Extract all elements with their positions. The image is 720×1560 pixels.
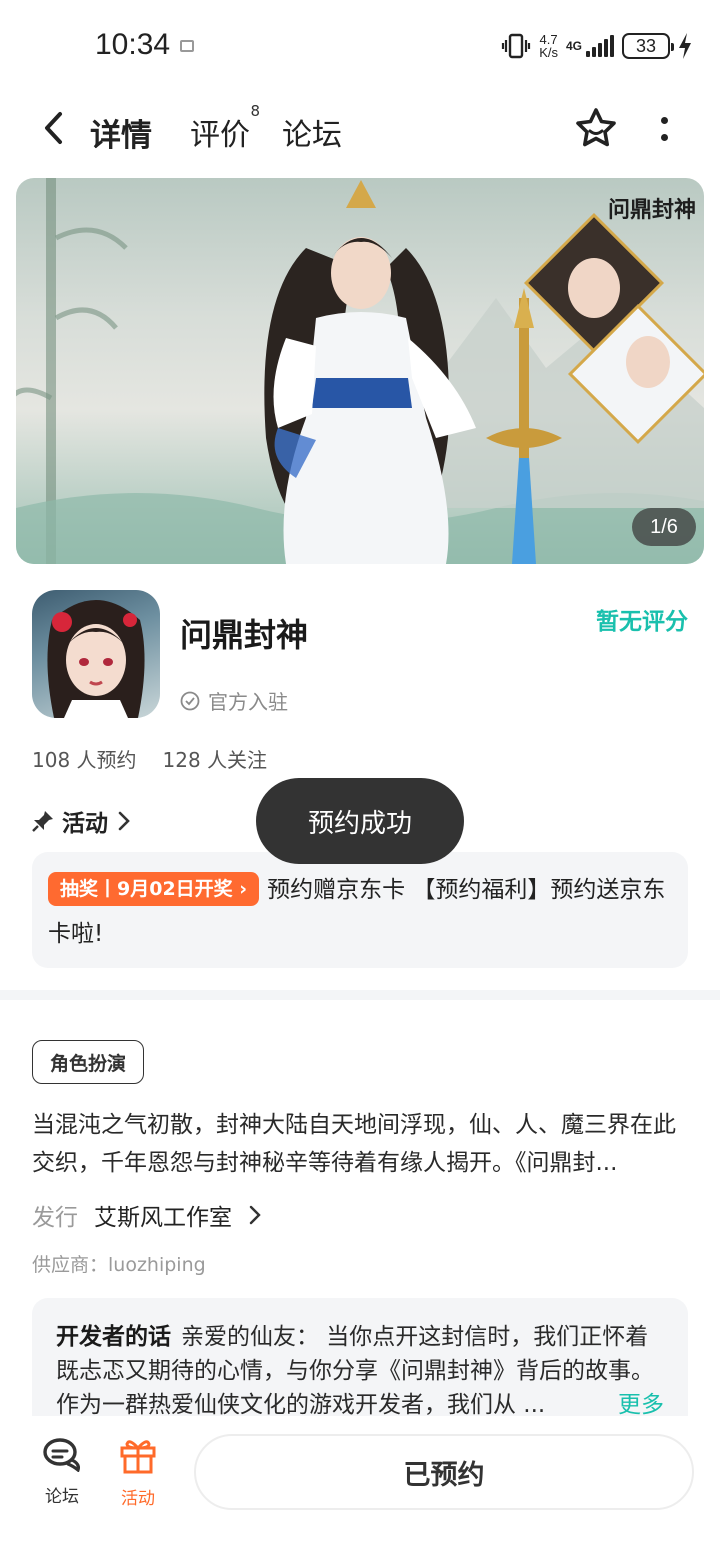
- official-label: 官方入驻: [208, 690, 288, 714]
- chevron-right-icon: [249, 1205, 261, 1225]
- tab-detail[interactable]: 详情: [86, 110, 156, 157]
- chevron-right-icon: [118, 811, 130, 831]
- net-speed: 4.7 K/s: [539, 33, 558, 59]
- bottom-activity-label: 活动: [121, 1489, 155, 1509]
- star-icon: [576, 108, 616, 147]
- tab-forum[interactable]: 论坛: [282, 110, 342, 154]
- game-title: 问鼎封神: [180, 616, 309, 654]
- more-dot-icon: [660, 134, 668, 141]
- net-speed-unit: K/s: [539, 45, 558, 60]
- supplier-text: 供应商：luozhiping: [32, 1254, 206, 1276]
- verified-check-icon: [180, 691, 200, 710]
- top-nav: 详情 评价 8 论坛: [0, 90, 720, 170]
- banner-game-logo: 问鼎封神: [607, 197, 696, 223]
- developer-note-title: 开发者的话: [56, 1324, 171, 1350]
- signal-icon: [586, 35, 614, 57]
- bottom-activity-button[interactable]: 活动: [108, 1436, 168, 1509]
- game-icon-artwork: [47, 600, 145, 718]
- game-description[interactable]: 当混沌之气初散，封神大陆自天地间浮现，仙、人、魔三界在此交织，千年恩怨与封神秘辛…: [32, 1106, 688, 1182]
- genre-tag[interactable]: 角色扮演: [32, 1040, 144, 1084]
- charging-icon: [679, 33, 691, 59]
- tab-forum-label: 论坛: [282, 118, 342, 153]
- tab-review-label: 评价: [190, 118, 250, 153]
- publisher-row[interactable]: 发行 艾斯风工作室: [32, 1198, 262, 1232]
- official-badge: 官方入驻: [180, 686, 288, 715]
- activity-section-header[interactable]: 活动: [32, 804, 132, 838]
- lottery-tag-label: 抽奖丨9月02日开奖: [60, 878, 233, 900]
- tab-review[interactable]: 评价 8: [190, 102, 260, 154]
- status-indicators: 4.7 K/s 4G 33: [501, 30, 692, 62]
- pin-icon: [32, 811, 53, 832]
- activity-card[interactable]: 抽奖丨9月02日开奖 › 预约赠京东卡 【预约福利】预约送京东卡啦!: [32, 852, 688, 968]
- game-app-icon: [32, 590, 160, 718]
- more-dot-icon: [660, 117, 668, 124]
- status-time: 10:34: [95, 28, 171, 61]
- notification-icon: [180, 40, 194, 52]
- bottom-action-bar: 论坛 活动 已预约: [0, 1416, 720, 1560]
- forum-chat-icon: [43, 1438, 80, 1472]
- developer-note-more-link[interactable]: 更多: [614, 1388, 664, 1418]
- back-arrow-icon: [45, 112, 62, 144]
- back-button[interactable]: [34, 108, 74, 148]
- toast-message: 预约成功: [256, 778, 464, 864]
- gift-icon: [120, 1440, 156, 1474]
- lottery-tag: 抽奖丨9月02日开奖 ›: [48, 872, 260, 906]
- publisher-label: 发行: [32, 1205, 78, 1231]
- activity-header-label: 活动: [62, 811, 108, 837]
- network-type: 4G: [565, 39, 582, 53]
- rating-text: 暂无评分: [596, 609, 688, 635]
- section-divider: [0, 990, 720, 1000]
- battery-level: 33: [635, 35, 657, 56]
- reserved-button[interactable]: 已预约: [194, 1434, 694, 1510]
- carousel-counter: 1/6: [632, 508, 696, 546]
- game-stats: 108 人预约 128 人关注: [32, 744, 267, 773]
- follower-count: 128 人关注: [162, 748, 268, 772]
- banner-artwork: [16, 178, 704, 564]
- tab-detail-label: 详情: [90, 118, 152, 154]
- status-bar: 10:34 4.7 K/s 4G 33: [0, 0, 720, 90]
- vibrate-icon: [502, 33, 531, 59]
- review-count-badge: 8: [250, 102, 260, 120]
- publisher-name: 艾斯风工作室: [94, 1205, 232, 1231]
- screenshot-carousel[interactable]: 问鼎封神 1/6: [16, 178, 704, 564]
- developer-note-card[interactable]: 开发者的话 亲爱的仙友： 当你点开这封信时，我们正怀着既忐忑又期待的心情，与你分享…: [32, 1298, 688, 1418]
- reservation-count: 108 人预约: [32, 748, 137, 772]
- more-options-button[interactable]: [650, 106, 678, 152]
- bottom-forum-button[interactable]: 论坛: [32, 1436, 92, 1507]
- favorite-button[interactable]: [573, 106, 619, 152]
- battery-icon: 33: [622, 33, 674, 59]
- bottom-forum-label: 论坛: [45, 1487, 79, 1507]
